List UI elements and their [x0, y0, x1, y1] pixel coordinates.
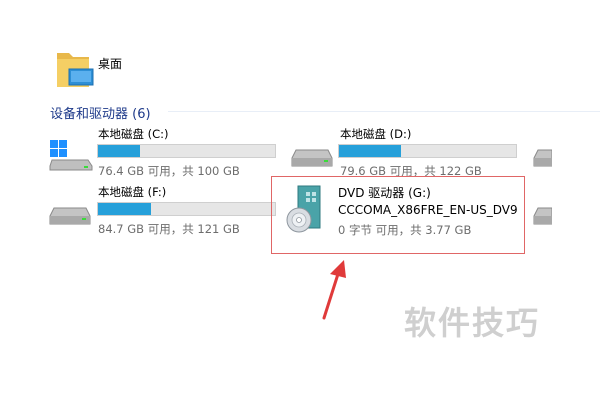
watermark-text: 软件技巧 — [404, 304, 541, 342]
dvd-drive-icon — [286, 185, 321, 233]
drive-c-usage-fill — [98, 145, 140, 157]
drive-c-usage-bar — [97, 144, 276, 158]
drive-item-d[interactable]: 本地磁盘 (D:) 79.6 GB 可用，共 122 GB — [290, 126, 520, 178]
drive-g-info: 0 字节 可用，共 3.77 GB — [338, 223, 472, 237]
hard-drive-icon[interactable] — [532, 204, 552, 228]
desktop-folder[interactable] — [55, 47, 95, 91]
drive-item-g-dvd[interactable]: DVD 驱动器 (G:) CCCOMA_X86FRE_EN-US_DV9 0 字… — [286, 182, 518, 246]
drive-c-name: 本地磁盘 (C:) — [98, 127, 169, 141]
drive-f-usage-fill — [98, 203, 152, 215]
devices-section-header[interactable]: 设备和驱动器 (6) — [50, 103, 151, 122]
drive-d-name: 本地磁盘 (D:) — [340, 127, 412, 141]
desktop-folder-icon — [57, 53, 94, 87]
drive-item-f[interactable]: 本地磁盘 (F:) 84.7 GB 可用，共 121 GB — [48, 184, 278, 236]
drive-g-volume-label: CCCOMA_X86FRE_EN-US_DV9 — [338, 203, 518, 217]
drive-c-info: 76.4 GB 可用，共 100 GB — [98, 164, 240, 178]
section-divider — [168, 111, 600, 112]
drive-item-c[interactable]: 本地磁盘 (C:) 76.4 GB 可用，共 100 GB — [48, 126, 278, 178]
desktop-folder-label[interactable]: 桌面 — [98, 55, 122, 72]
drive-g-name: DVD 驱动器 (G:) — [338, 186, 431, 200]
red-arrow-annotation — [322, 260, 346, 320]
drive-f-info: 84.7 GB 可用，共 121 GB — [98, 222, 240, 236]
windows-drive-icon — [49, 140, 93, 171]
drive-d-usage-bar — [338, 144, 517, 158]
drive-d-usage-fill — [339, 145, 401, 157]
hard-drive-icon — [49, 207, 91, 225]
hard-drive-icon — [291, 149, 333, 167]
drive-f-name: 本地磁盘 (F:) — [98, 185, 167, 199]
drive-f-usage-bar — [97, 202, 276, 216]
hard-drive-icon[interactable] — [532, 146, 552, 170]
